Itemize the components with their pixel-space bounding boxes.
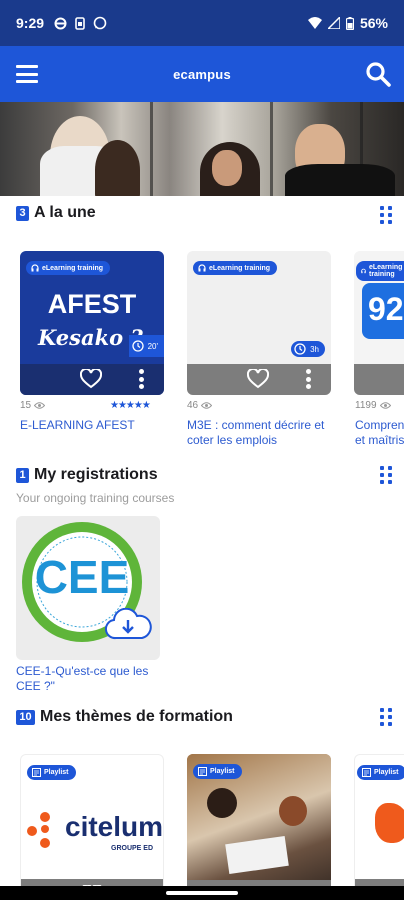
playlist-icon <box>198 767 207 776</box>
cee-logo-text: CEE <box>34 551 130 603</box>
section-title: My registrations <box>34 466 158 483</box>
section-count-badge: 3 <box>16 205 29 221</box>
section-a-la-une-header: 3 A la une <box>16 204 96 222</box>
card-title[interactable]: Compren et maîtris <box>355 418 404 448</box>
clock-icon <box>294 343 306 355</box>
views-count: 46 <box>187 400 199 411</box>
citelum-logo-subtext: GROUPE ED <box>111 845 154 852</box>
messenger-icon <box>54 17 67 29</box>
rating-stars: ★★★★★ <box>110 400 151 411</box>
headphones-icon <box>31 264 39 272</box>
search-icon[interactable] <box>364 60 392 88</box>
card-tag-label: Playlist <box>210 768 235 775</box>
section-subtitle: Your ongoing training courses <box>16 491 175 505</box>
headphones-icon <box>361 268 366 274</box>
views-count: 15 <box>20 400 32 411</box>
featured-card[interactable]: AFEST Kesako ? eLearning training 20' <box>20 251 164 395</box>
system-indicators: 56% <box>307 15 388 31</box>
eye-icon <box>201 402 213 409</box>
sim-icon <box>75 16 85 30</box>
theme-card[interactable]: citelum GROUPE ED Playlist <box>20 754 164 898</box>
notification-icons <box>54 16 107 30</box>
card-tag: eLearning training <box>193 261 278 275</box>
card-action-bar <box>187 364 331 395</box>
duration-badge: 20' <box>128 335 164 357</box>
grid-view-icon[interactable] <box>380 708 394 726</box>
card-views: 15 <box>20 400 46 411</box>
card-tag: Playlist <box>27 765 76 780</box>
playlist-icon <box>32 768 41 777</box>
hero-banner-image <box>0 102 404 196</box>
home-gesture-handle[interactable] <box>166 891 238 895</box>
more-options-icon[interactable] <box>139 369 145 389</box>
grid-view-icon[interactable] <box>380 466 394 484</box>
favorite-heart-icon[interactable] <box>80 369 102 389</box>
card-image-text: Kesako ? <box>38 325 143 350</box>
card-title[interactable]: E-LEARNING AFEST <box>20 418 170 433</box>
card-views: 46 <box>187 400 213 411</box>
card-tag-label: eLearning training <box>42 264 104 272</box>
battery-icon <box>345 16 354 30</box>
battery-level: 56% <box>359 15 388 31</box>
theme-card[interactable]: Playlist <box>187 754 331 898</box>
card-image-tile: 92 <box>362 283 404 339</box>
card-action-bar <box>20 364 164 395</box>
card-tag: Playlist <box>357 765 404 780</box>
clock-icon <box>131 340 144 352</box>
menu-icon[interactable] <box>14 62 40 86</box>
card-tag: Playlist <box>193 764 242 779</box>
signal-icon <box>327 17 340 29</box>
download-cloud-icon[interactable] <box>104 608 152 642</box>
theme-card[interactable]: Playlist <box>354 754 404 898</box>
meeting-photo-figure <box>207 788 237 818</box>
whatsapp-icon <box>93 16 107 30</box>
app-title: ecampus <box>173 66 231 82</box>
featured-card[interactable]: eLearning training 3h <box>187 251 331 395</box>
wifi-icon <box>307 17 322 29</box>
section-registrations-header: 1 My registrations <box>16 466 158 484</box>
card-tag-label: eLearning training <box>368 264 403 278</box>
card-tag-label: Playlist <box>44 769 69 776</box>
meeting-photo-figure <box>279 796 307 826</box>
card-tag: eLearning training <box>356 261 404 281</box>
duration-badge: 3h <box>291 341 325 357</box>
citelum-logo-text: citelum <box>65 811 164 842</box>
eye-icon <box>34 402 46 409</box>
more-options-icon[interactable] <box>306 369 312 389</box>
card-views: 1199 <box>355 400 391 411</box>
section-count-badge: 1 <box>16 467 29 483</box>
card-image-text: AFEST <box>47 289 137 319</box>
status-bar: 9:29 56% <box>0 0 404 46</box>
section-themes-header: 10 Mes thèmes de formation <box>16 708 233 726</box>
card-tag: eLearning training <box>26 261 111 275</box>
grid-view-icon[interactable] <box>380 206 394 224</box>
registration-title[interactable]: CEE-1-Qu'est-ce que les CEE ?" <box>16 664 166 694</box>
card-tag-label: Playlist <box>374 769 399 776</box>
eye-icon <box>379 402 391 409</box>
headphones-icon <box>198 264 206 272</box>
theme-card-image <box>375 803 404 843</box>
card-title[interactable]: M3E : comment décrire et coter les emplo… <box>187 418 337 448</box>
citelum-logo-icon <box>27 812 50 848</box>
status-time: 9:29 <box>16 15 45 31</box>
card-tag-label: eLearning training <box>209 264 271 272</box>
playlist-icon <box>362 768 371 777</box>
views-count: 1199 <box>355 400 377 411</box>
system-navigation-bar <box>0 886 404 900</box>
card-action-bar <box>354 364 404 395</box>
section-title: A la une <box>34 204 96 221</box>
section-count-badge: 10 <box>16 709 35 725</box>
registration-card[interactable]: CEE <box>16 516 160 660</box>
app-bar: ecampus <box>0 46 404 102</box>
duration-value: 20' <box>147 341 158 351</box>
duration-value: 3h <box>310 344 319 354</box>
section-title: Mes thèmes de formation <box>40 708 233 725</box>
favorite-heart-icon[interactable] <box>247 369 269 389</box>
featured-card[interactable]: 92 eLearning training <box>354 251 404 395</box>
card-image-text: 92 <box>368 291 404 327</box>
